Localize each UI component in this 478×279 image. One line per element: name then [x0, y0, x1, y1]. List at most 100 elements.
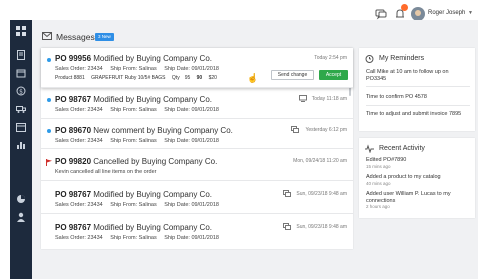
box-icon[interactable]	[15, 68, 27, 80]
message-heading: PO 98767 Modified by Buying Company Co.	[55, 223, 212, 232]
activity-item[interactable]: Added user William P. Lucas to my connec…	[366, 191, 470, 211]
ship-from: Ship From: Salinas	[110, 138, 157, 144]
ship-date: Ship Date: 09/01/2018	[164, 235, 219, 241]
unread-dot	[47, 58, 51, 62]
qty-label: Qty	[171, 75, 180, 81]
sidebar: $	[10, 20, 32, 279]
activity-text: Edited PO#7890	[366, 157, 407, 163]
message-description: Modified by Buying Company Co.	[93, 95, 212, 104]
avatar[interactable]	[411, 7, 425, 21]
activity-time: 40 mins ago	[366, 180, 391, 186]
reminder-item[interactable]: Call Mike at 10 am to follow up on PO334…	[366, 69, 466, 83]
document-icon[interactable]	[15, 50, 27, 62]
cancel-note: Kevin cancelled all line items on the or…	[55, 169, 157, 175]
qty-old: 95	[184, 75, 191, 81]
ship-from: Ship From: Salinas	[110, 202, 157, 208]
order-meta: Sales Order: 23434 Ship From: Salinas Sh…	[55, 107, 225, 113]
activity-time: 2 hours ago	[366, 204, 390, 209]
product-line: Product 8881 GRAPEFRUIT Ruby 10/5# BAGS …	[55, 75, 222, 81]
monitor-icon	[299, 95, 307, 104]
message-description: Modified by Buying Company Co.	[93, 190, 212, 199]
chart-icon[interactable]	[15, 140, 27, 152]
messages-list: PO 99956 Modified by Buying Company Co. …	[41, 48, 353, 249]
message-heading: PO 89670 New comment by Buying Company C…	[55, 126, 233, 135]
message-time: Sun, 09/23/18 9:48 am	[296, 191, 347, 197]
sales-order: Sales Order: 23434	[55, 66, 103, 72]
divider	[366, 105, 470, 106]
sales-order: Sales Order: 23434	[55, 202, 103, 208]
message-time: Today 2:54 pm	[314, 55, 347, 61]
message-row[interactable]: PO 99820 Cancelled by Buying Company Co.…	[41, 149, 353, 181]
chat-icon[interactable]	[375, 8, 387, 20]
dollar-icon[interactable]: $	[15, 86, 27, 98]
message-description: Modified by Buying Company Co.	[93, 54, 212, 63]
order-meta: Sales Order: 23434 Ship From: Salinas Sh…	[55, 138, 225, 144]
po-number[interactable]: PO 98767	[55, 190, 91, 199]
unread-dot	[47, 98, 51, 102]
alarm-clock-icon	[365, 54, 374, 65]
reminders-title: My Reminders	[379, 55, 425, 62]
qty-new: 90	[196, 75, 203, 81]
po-number[interactable]: PO 89670	[55, 126, 91, 135]
message-row[interactable]: PO 98767 Modified by Buying Company Co. …	[41, 88, 353, 119]
ship-date: Ship Date: 09/01/2018	[164, 202, 219, 208]
chat-icon	[283, 190, 291, 199]
reminder-item[interactable]: Time to confirm PO 4578	[366, 94, 466, 101]
order-meta: Sales Order: 23434 Ship From: Salinas Sh…	[55, 202, 225, 208]
grid-icon[interactable]	[15, 26, 27, 38]
divider	[366, 86, 470, 87]
svg-text:$: $	[19, 89, 23, 96]
message-heading: PO 99820 Cancelled by Buying Company Co.	[55, 157, 217, 166]
truck-icon[interactable]	[15, 104, 27, 116]
message-row[interactable]: PO 89670 New comment by Buying Company C…	[41, 119, 353, 149]
reminders-panel: My Reminders Call Mike at 10 am to follo…	[359, 48, 475, 131]
calendar-icon[interactable]	[15, 122, 27, 134]
sales-order: Sales Order: 23434	[55, 138, 103, 144]
ship-date: Ship Date: 09/01/2018	[164, 66, 219, 72]
ship-from: Ship From: Salinas	[110, 107, 157, 113]
sales-order: Sales Order: 23434	[55, 107, 103, 113]
messages-title: Messages	[56, 32, 95, 42]
new-messages-badge: 3 New	[95, 33, 114, 41]
activity-text: Added a product to my catalog	[366, 174, 441, 180]
message-heading: PO 99956 Modified by Buying Company Co.	[55, 54, 212, 63]
message-description: Cancelled by Buying Company Co.	[93, 157, 218, 166]
ship-date: Ship Date: 09/01/2018	[164, 107, 219, 113]
user-icon[interactable]	[15, 212, 27, 224]
hand-cursor-icon: ☝	[247, 73, 259, 83]
message-time: Yesterday 6:12 pm	[305, 127, 347, 133]
username[interactable]: Roger Joseph	[428, 10, 465, 16]
activity-item[interactable]: Added a product to my catalog 40 mins ag…	[366, 174, 470, 187]
po-number[interactable]: PO 99820	[55, 157, 91, 166]
recent-activity-panel: Recent Activity Edited PO#7890 15 mins a…	[359, 138, 475, 218]
flag-icon	[46, 159, 52, 166]
activity-time: 15 mins ago	[366, 163, 391, 169]
pie-chart-icon[interactable]	[15, 194, 27, 206]
activity-icon	[365, 144, 374, 155]
price: $20	[208, 75, 217, 81]
chevron-down-icon[interactable]: ▼	[468, 10, 473, 16]
po-number[interactable]: PO 98767	[55, 95, 91, 104]
message-description: Modified by Buying Company Co.	[93, 223, 212, 232]
activity-title: Recent Activity	[379, 145, 425, 152]
message-time: Sun, 09/23/18 9:48 am	[296, 224, 347, 230]
message-row[interactable]: PO 98767 Modified by Buying Company Co. …	[41, 181, 353, 214]
message-heading: PO 98767 Modified by Buying Company Co.	[55, 95, 212, 104]
accept-button[interactable]: Accept	[319, 70, 348, 80]
po-number[interactable]: PO 99956	[55, 54, 91, 63]
notification-badge	[401, 4, 408, 11]
reminder-item[interactable]: Time to adjust and submit invoice 7895	[366, 111, 466, 118]
message-description: New comment by Buying Company Co.	[93, 126, 233, 135]
send-change-button[interactable]: Send change	[271, 70, 314, 80]
chat-icon	[283, 223, 291, 232]
message-time: Mon, 09/24/18 11:20 am	[293, 158, 347, 164]
message-row[interactable]: PO 99956 Modified by Buying Company Co. …	[41, 48, 353, 88]
chat-icon	[291, 126, 299, 135]
po-number[interactable]: PO 98767	[55, 223, 91, 232]
message-heading: PO 98767 Modified by Buying Company Co.	[55, 190, 212, 199]
ship-date: Ship Date: 09/01/2018	[164, 138, 219, 144]
activity-item[interactable]: Edited PO#7890 15 mins ago	[366, 157, 470, 170]
activity-text: Added user William P. Lucas to my connec…	[366, 191, 451, 204]
product-name: GRAPEFRUIT Ruby 10/5# BAGS	[91, 75, 166, 81]
message-row[interactable]: PO 98767 Modified by Buying Company Co. …	[41, 214, 353, 249]
